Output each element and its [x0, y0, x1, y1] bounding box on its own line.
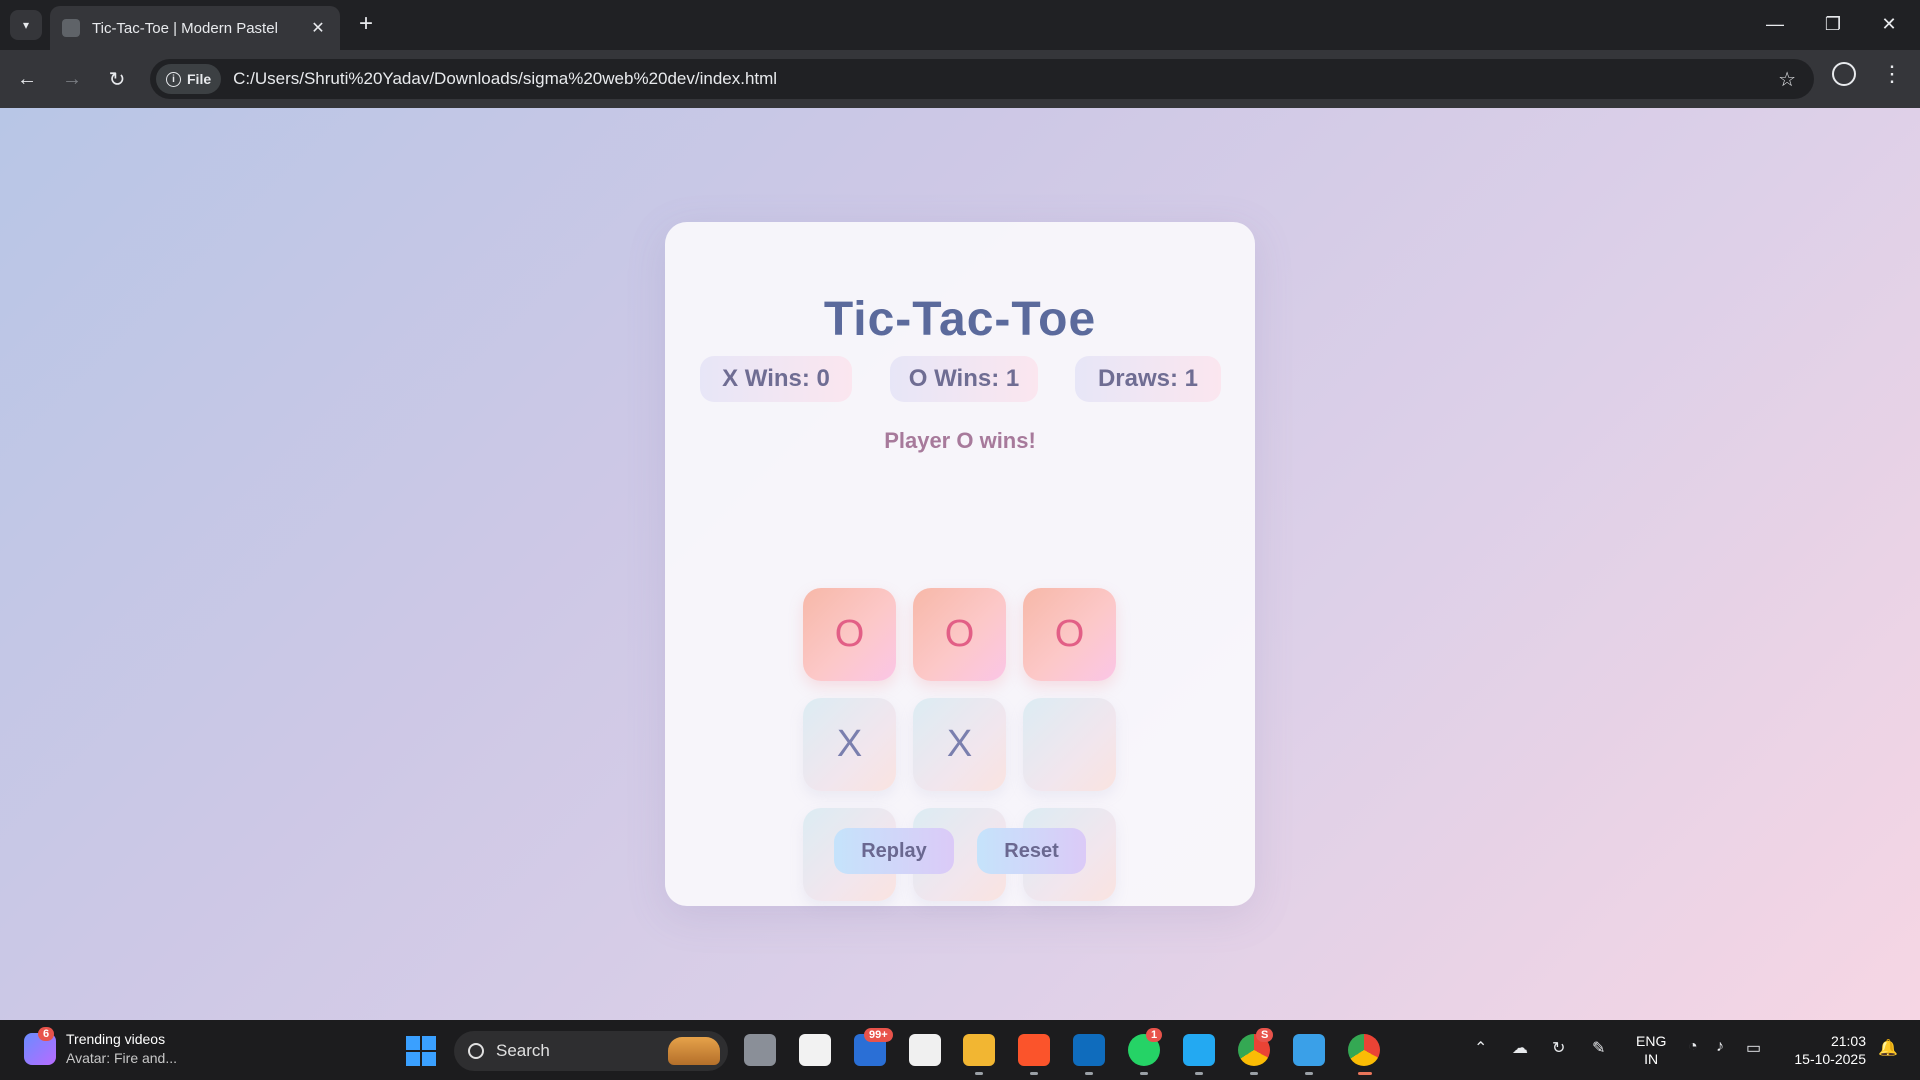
microsoft-store-icon[interactable]	[799, 1034, 831, 1066]
chrome-icon[interactable]	[1348, 1034, 1380, 1066]
browser-toolbar: ← → ↻ i File C:/Users/Shruti%20Yadav/Dow…	[0, 50, 1920, 108]
notification-bell-icon[interactable]: 🔔	[1878, 1038, 1898, 1058]
mail-icon[interactable]: 99+	[854, 1028, 893, 1066]
back-arrow-icon[interactable]: ←	[10, 62, 44, 96]
board-cell-1[interactable]: O	[803, 588, 896, 681]
reload-icon[interactable]: ↻	[100, 62, 134, 96]
replay-button[interactable]: Replay	[834, 828, 954, 874]
tab-search-button[interactable]: ▾	[10, 10, 42, 40]
o-wins-score: O Wins: 1	[890, 356, 1038, 402]
site-chip-label: File	[187, 71, 212, 87]
minimize-icon[interactable]: —	[1752, 8, 1798, 40]
more-menu-icon[interactable]: ⋮	[1880, 58, 1904, 90]
info-icon: i	[166, 71, 181, 87]
page-viewport: Tic-Tac-Toe X Wins: 0 O Wins: 1 Draws: 1…	[0, 108, 1920, 1020]
game-status: Player O wins!	[884, 428, 1036, 453]
search-icon	[468, 1043, 484, 1059]
system-clock[interactable]: 21:03 15-10-2025	[1786, 1032, 1866, 1068]
widgets-icon: 6	[24, 1027, 56, 1065]
tab-title: Tic-Tac-Toe | Modern Pastel	[92, 19, 278, 37]
windows-start-icon[interactable]	[406, 1036, 436, 1066]
restore-icon[interactable]: ❐	[1810, 8, 1856, 40]
whatsapp-badge: 1	[1146, 1028, 1163, 1042]
game-title: Tic-Tac-Toe	[823, 293, 1097, 346]
forward-arrow-icon[interactable]: →	[55, 62, 89, 96]
board-cell-2[interactable]: O	[913, 588, 1006, 681]
widget-subtitle: Avatar: Fire and...	[66, 1050, 178, 1066]
vscode-icon[interactable]	[1183, 1034, 1215, 1066]
widget-title: Trending videos	[66, 1031, 166, 1047]
reset-button[interactable]: Reset	[977, 828, 1086, 874]
draws-score: Draws: 1	[1075, 356, 1221, 402]
windows-taskbar: 6 Trending videos Avatar: Fire and... Se…	[0, 1020, 1920, 1080]
page-favicon-icon	[62, 19, 80, 37]
widgets-button[interactable]: 6 Trending videos Avatar: Fire and...	[24, 1027, 178, 1068]
chrome-profile-badge: S	[1256, 1028, 1274, 1042]
url-text[interactable]: C:/Users/Shruti%20Yadav/Downloads/sigma%…	[233, 69, 1778, 89]
language-line1: ENG	[1636, 1033, 1667, 1049]
show-hidden-icons-icon[interactable]: ⌃	[1474, 1038, 1487, 1058]
browser-tab-bar: ▾ Tic-Tac-Toe | Modern Pastel ✕ + — ❐ ✕	[0, 0, 1920, 50]
close-window-icon[interactable]: ✕	[1866, 8, 1912, 40]
file-explorer-icon[interactable]	[963, 1034, 995, 1066]
address-bar[interactable]: i File C:/Users/Shruti%20Yadav/Downloads…	[150, 59, 1814, 99]
chevron-down-icon: ▾	[22, 18, 30, 32]
profile-icon[interactable]	[1832, 62, 1856, 86]
bookmark-star-icon[interactable]: ☆	[1778, 67, 1796, 92]
close-tab-icon[interactable]: ✕	[308, 18, 328, 38]
clock-date: 15-10-2025	[1794, 1051, 1866, 1067]
battery-icon[interactable]: ▭	[1746, 1038, 1761, 1058]
browser-tab[interactable]: Tic-Tac-Toe | Modern Pastel ✕	[50, 6, 340, 50]
task-view-icon[interactable]	[744, 1034, 776, 1066]
widget-badge: 6	[38, 1027, 55, 1041]
onedrive-cloud-icon[interactable]: ☁	[1512, 1038, 1528, 1058]
game-card: Tic-Tac-Toe X Wins: 0 O Wins: 1 Draws: 1…	[665, 222, 1255, 906]
wifi-icon[interactable]: ◔	[1688, 1038, 1698, 1056]
sync-icon[interactable]: ↻	[1552, 1038, 1565, 1058]
new-tab-plus-icon[interactable]: +	[352, 10, 380, 38]
taskbar-search[interactable]: Search	[454, 1031, 728, 1071]
board-cell-5[interactable]: X	[913, 698, 1006, 791]
whatsapp-icon[interactable]: 1	[1128, 1028, 1163, 1066]
capcut-icon[interactable]	[909, 1034, 941, 1066]
search-highlight-image	[668, 1037, 720, 1065]
mail-badge: 99+	[864, 1028, 893, 1042]
site-info-chip[interactable]: i File	[156, 64, 222, 94]
x-wins-score: X Wins: 0	[700, 356, 852, 402]
chrome-profile-icon[interactable]: S	[1238, 1028, 1274, 1066]
brave-browser-icon[interactable]	[1018, 1034, 1050, 1066]
language-line2: IN	[1644, 1051, 1659, 1067]
board-cell-6[interactable]	[1023, 698, 1116, 791]
clock-time: 21:03	[1830, 1033, 1866, 1049]
notepad-icon[interactable]	[1293, 1034, 1325, 1066]
volume-icon[interactable]: ♪	[1716, 1038, 1724, 1056]
search-label: Search	[496, 1041, 550, 1060]
board-cell-3[interactable]: O	[1023, 588, 1116, 681]
language-indicator[interactable]: ENG IN	[1636, 1032, 1666, 1068]
board-cell-4[interactable]: X	[803, 698, 896, 791]
outlook-icon[interactable]	[1073, 1034, 1105, 1066]
pen-icon[interactable]: ✎	[1592, 1038, 1605, 1058]
